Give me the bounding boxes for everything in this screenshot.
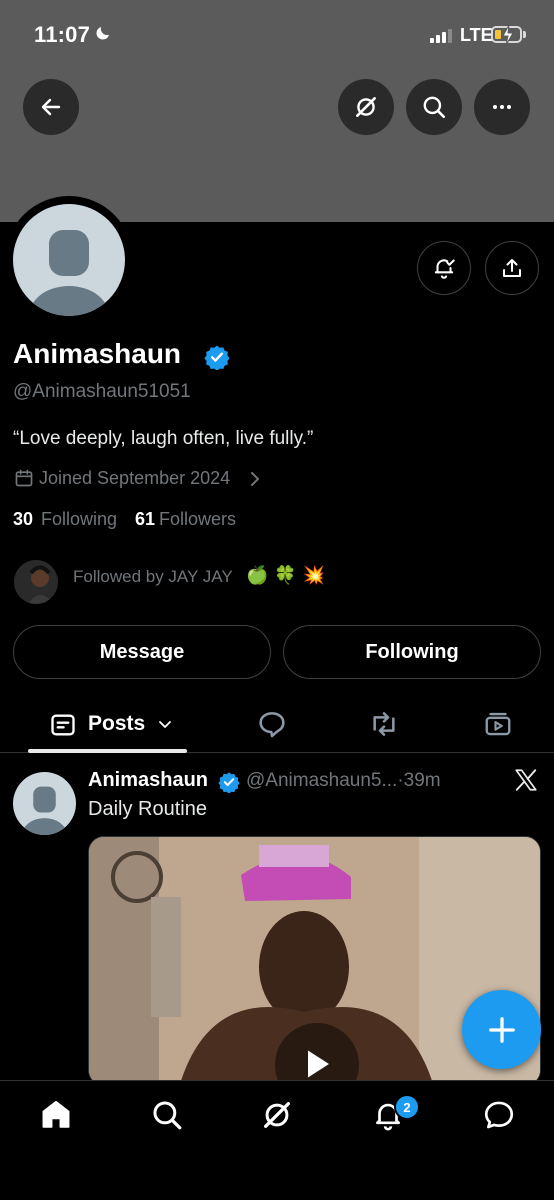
followers-count[interactable]: 61 [135,509,155,530]
tab-posts[interactable]: Posts [88,712,145,736]
moon-icon [96,27,109,40]
more-button[interactable] [474,79,530,135]
joined-date[interactable]: Joined September 2024 [39,468,230,489]
more-icon [493,105,511,109]
grok-icon[interactable] [260,1098,294,1132]
post-text: Daily Routine [88,798,207,820]
replies-icon[interactable] [256,708,288,740]
following-count[interactable]: 30 [13,509,33,530]
signal-icon [430,29,452,43]
search-icon [423,96,446,119]
green-apple-emoji: 🍏 [246,565,269,585]
post-verified-badge-icon[interactable] [218,771,240,793]
profile-display-name: Animashaun [13,338,182,369]
following-label[interactable]: Following [41,509,117,530]
x-logo-icon [515,769,537,791]
reposts-icon[interactable] [367,708,401,740]
battery-nub [523,31,526,38]
chevron-down-icon[interactable] [157,718,173,732]
collision-emoji: 💥 [302,565,326,585]
post-handle[interactable]: @Animashaun5... [246,770,397,791]
default-avatar-icon [22,786,67,835]
messages-icon[interactable] [482,1098,516,1132]
grok-icon [356,97,376,117]
post-author-name[interactable]: Animashaun [88,769,208,792]
default-avatar-icon [29,230,109,316]
message-button[interactable]: Message [13,625,271,679]
follower-avatar-image [14,560,58,604]
status-time: 11:07 [34,22,91,47]
share-icon [503,259,521,277]
verified-badge-icon[interactable] [204,344,230,370]
followed-by-text[interactable]: Followed by JAY JAY [73,567,233,587]
followed-by-emoji: 🍏 🍀 💥 [246,565,325,586]
post-handle-time: @Animashaun5...·39m [246,770,441,792]
chevron-right-icon [251,472,259,486]
share-profile-button[interactable] [485,241,539,295]
plus-icon [488,1016,515,1043]
followers-label[interactable]: Followers [159,509,236,530]
media-icon[interactable] [483,708,513,740]
profile-bio: “Love deeply, laugh often, live fully.” [13,428,314,449]
grok-button[interactable] [338,79,394,135]
bell-check-icon [434,259,455,279]
search-icon[interactable] [150,1098,184,1132]
avatar[interactable] [13,204,125,316]
compose-button[interactable] [462,990,541,1069]
search-button[interactable] [406,79,462,135]
play-icon[interactable] [299,1046,335,1082]
notifications-badge: 2 [394,1094,420,1120]
back-button[interactable] [23,79,79,135]
notifications-toggle-button[interactable] [417,241,471,295]
post-time: ·39m [397,770,441,791]
charging-bolt-icon [502,24,514,46]
back-arrow-icon [41,98,61,116]
calendar-icon [15,469,33,487]
profile-handle: @Animashaun51051 [13,381,191,402]
follower-avatar[interactable] [14,560,58,604]
network-label: LTE [460,25,493,45]
following-button[interactable]: Following [283,625,541,679]
home-icon[interactable] [39,1098,73,1132]
clover-emoji: 🍀 [274,565,297,585]
post-author-avatar[interactable] [13,772,76,835]
active-tab-indicator [28,749,187,753]
posts-icon [51,714,75,736]
